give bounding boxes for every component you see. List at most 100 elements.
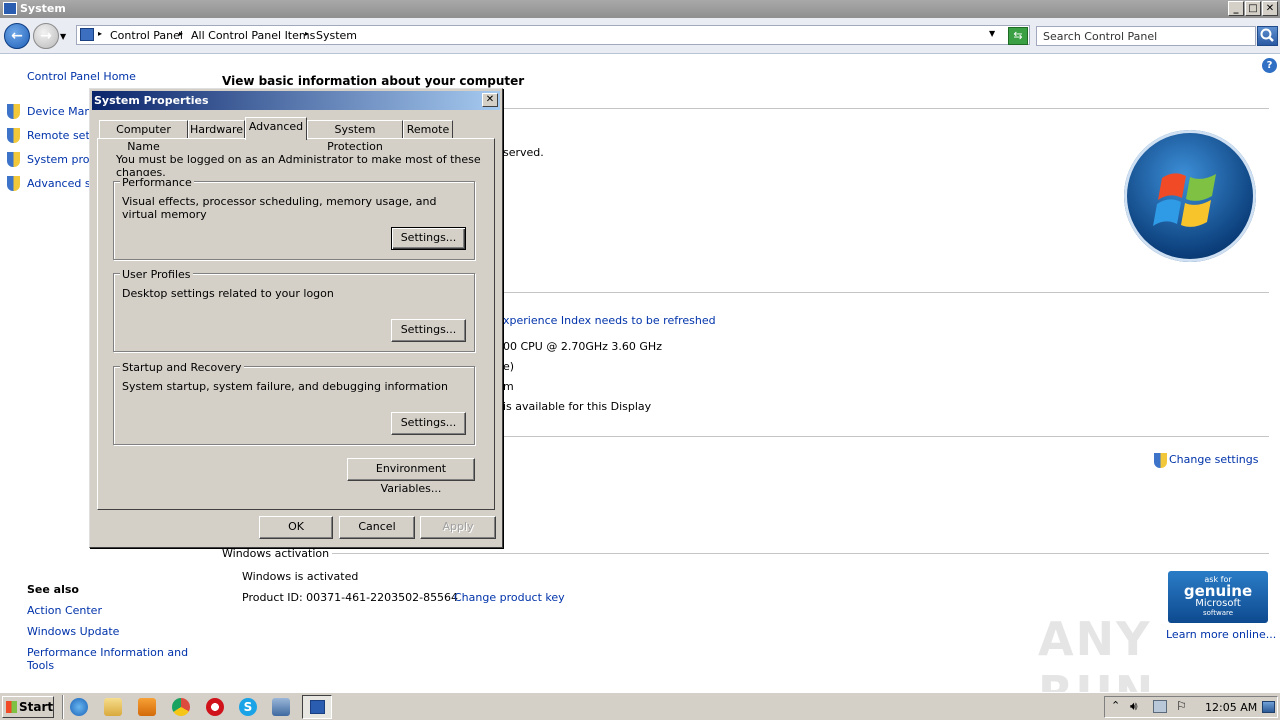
start-label: Start: [19, 700, 54, 714]
network-icon[interactable]: [1153, 700, 1167, 713]
performance-label: Performance: [120, 176, 194, 189]
processor-value: 00 CPU @ 2.70GHz 3.60 GHz: [503, 340, 662, 353]
see-also-windows-update[interactable]: Windows Update: [27, 625, 119, 638]
shield-icon: [7, 104, 20, 119]
page-title: View basic information about your comput…: [222, 74, 525, 88]
internet-explorer-icon[interactable]: [70, 698, 88, 716]
address-dropdown-icon[interactable]: ▼: [989, 29, 995, 38]
startup-recovery-settings-button[interactable]: Settings...: [391, 412, 466, 435]
divider: [500, 292, 1269, 293]
chevron-right-icon[interactable]: ▸: [305, 29, 309, 38]
user-profiles-label: User Profiles: [120, 268, 193, 281]
shield-icon: [1154, 453, 1167, 468]
windows-activation-heading: Windows activation: [222, 547, 333, 560]
skype-icon[interactable]: S: [239, 698, 257, 716]
minimize-button[interactable]: _: [1228, 1, 1244, 16]
tab-remote[interactable]: Remote: [403, 120, 453, 139]
system-type-value: m: [503, 380, 514, 393]
opera-icon[interactable]: [206, 698, 224, 716]
pen-touch-value: is available for this Display: [503, 400, 652, 413]
see-also-performance-tools[interactable]: Tools: [27, 659, 54, 672]
window-title: System: [20, 2, 66, 15]
ok-button[interactable]: OK: [259, 516, 333, 539]
product-id: Product ID: 00371-461-2203502-85564: [242, 591, 459, 604]
crumb-control-panel[interactable]: Control Panel: [110, 29, 183, 42]
show-hidden-icons-icon[interactable]: ⌃: [1111, 699, 1120, 712]
performance-desc: Visual effects, processor scheduling, me…: [122, 195, 437, 221]
startup-recovery-label: Startup and Recovery: [120, 361, 244, 374]
search-icon[interactable]: [1257, 26, 1278, 46]
media-player-icon[interactable]: [138, 698, 156, 716]
taskbar: Start S ⌃ 🔊︎ ⚐ 12:05 AM: [0, 692, 1280, 720]
forward-button[interactable]: →: [33, 23, 59, 49]
volume-icon[interactable]: 🔊︎: [1130, 699, 1138, 714]
taskbar-separator: [62, 695, 64, 719]
system-properties-dialog: System Properties ✕ Computer Name Hardwa…: [89, 88, 503, 548]
back-button[interactable]: ←: [4, 23, 30, 49]
user-profiles-settings-button[interactable]: Settings...: [391, 319, 466, 342]
clock[interactable]: 12:05 AM: [1205, 701, 1257, 714]
recent-pages-dropdown-icon[interactable]: ▼: [60, 32, 66, 41]
search-placeholder: Search Control Panel: [1043, 30, 1158, 43]
sidebar-control-panel-home[interactable]: Control Panel Home: [27, 70, 136, 83]
performance-settings-button[interactable]: Settings...: [391, 227, 466, 250]
dialog-close-icon[interactable]: ✕: [482, 93, 498, 107]
control-panel-icon: [80, 28, 94, 41]
system-window-icon: [3, 2, 17, 15]
windows-logo: [1124, 130, 1256, 262]
help-icon[interactable]: ?: [1262, 58, 1277, 73]
refresh-icon[interactable]: ⇆: [1008, 27, 1028, 45]
change-settings-label[interactable]: Change settings: [1169, 453, 1258, 466]
sidebar-item-label[interactable]: Advanced sy: [27, 177, 97, 190]
system-tray: ⌃ 🔊︎ ⚐ 12:05 AM: [1104, 696, 1278, 718]
cancel-button[interactable]: Cancel: [339, 516, 415, 539]
environment-variables-button[interactable]: Environment Variables...: [347, 458, 475, 495]
see-also-performance-info[interactable]: Performance Information and: [27, 646, 188, 659]
genuine-line: Microsoft: [1195, 598, 1241, 609]
dialog-title-bar: System Properties ✕: [92, 91, 500, 110]
remote-desktop-icon[interactable]: [272, 698, 290, 716]
sidebar-item-label[interactable]: Remote setti: [27, 129, 97, 142]
genuine-line: genuine: [1183, 582, 1253, 600]
user-profiles-desc: Desktop settings related to your logon: [122, 287, 334, 300]
tab-computer-name[interactable]: Computer Name: [99, 120, 188, 153]
shield-icon: [7, 152, 20, 167]
close-button[interactable]: ✕: [1262, 1, 1278, 16]
start-button[interactable]: Start: [2, 696, 54, 718]
change-product-key-link[interactable]: Change product key: [454, 591, 565, 604]
tab-hardware[interactable]: Hardware: [188, 120, 245, 139]
startup-recovery-desc: System startup, system failure, and debu…: [122, 380, 448, 393]
chevron-right-icon[interactable]: ▸: [98, 29, 102, 38]
explorer-folder-icon[interactable]: [104, 698, 122, 716]
advanced-tab-panel: You must be logged on as an Administrato…: [97, 138, 495, 510]
apply-button[interactable]: Apply: [420, 516, 496, 539]
maximize-button[interactable]: □: [1245, 1, 1261, 16]
crumb-all-items[interactable]: All Control Panel Items: [191, 29, 315, 42]
tab-system-protection[interactable]: System Protection: [307, 120, 403, 153]
activation-status: Windows is activated: [242, 570, 359, 583]
system-window-icon: [310, 700, 325, 714]
sidebar-item-label[interactable]: Device Mana: [27, 105, 98, 118]
divider: [500, 436, 1269, 437]
divider: [320, 553, 1269, 554]
crumb-system[interactable]: System: [316, 29, 357, 42]
address-bar: ← → ▼ ▸ Control Panel ▸ All Control Pane…: [0, 18, 1280, 54]
title-bar: System _ □ ✕: [0, 0, 1280, 18]
dialog-title: System Properties: [94, 94, 209, 107]
ram-value: e): [503, 360, 515, 373]
windows-flag-icon: [6, 701, 17, 713]
see-also-heading: See also: [27, 583, 79, 596]
copyright-text: served.: [503, 146, 544, 159]
shield-icon: [7, 128, 20, 143]
search-input[interactable]: Search Control Panel: [1036, 26, 1256, 46]
experience-index-link[interactable]: xperience Index needs to be refreshed: [503, 314, 716, 327]
show-desktop-icon[interactable]: [1262, 701, 1275, 713]
chevron-right-icon[interactable]: ▸: [179, 29, 183, 38]
shield-icon: [7, 176, 20, 191]
see-also-action-center[interactable]: Action Center: [27, 604, 102, 617]
taskbar-system-window[interactable]: [302, 695, 332, 719]
breadcrumb[interactable]: ▸ Control Panel ▸ All Control Panel Item…: [76, 25, 1030, 45]
chrome-icon[interactable]: [172, 698, 190, 716]
action-center-flag-icon[interactable]: ⚐: [1176, 699, 1187, 713]
tab-advanced[interactable]: Advanced: [245, 117, 307, 140]
